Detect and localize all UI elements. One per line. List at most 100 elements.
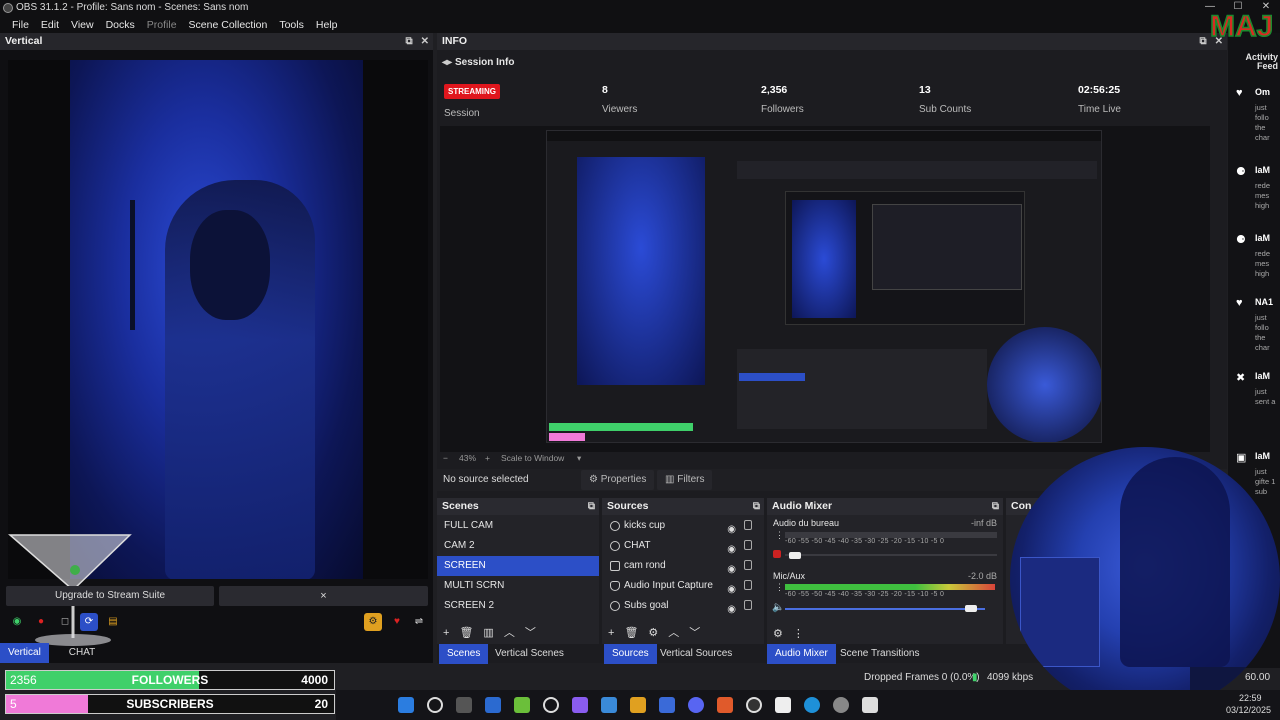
upgrade-stream-suite-button[interactable]: Upgrade to Stream Suite — [6, 586, 214, 606]
remove-scene-icon[interactable]: 🗑 — [459, 627, 473, 639]
tab-vertical-scenes[interactable]: Vertical Scenes — [487, 644, 572, 664]
folder-icon[interactable]: ▤ — [104, 613, 122, 631]
app-icon[interactable] — [659, 697, 675, 713]
audio-settings-icon[interactable]: ⚙ — [773, 628, 783, 640]
app-icon[interactable] — [543, 697, 559, 713]
close-dock-icon[interactable]: ✕ — [421, 36, 429, 47]
lock-icon[interactable] — [744, 580, 752, 590]
obs-taskbar-icon[interactable] — [746, 697, 762, 713]
menu-file[interactable]: File — [6, 19, 35, 31]
source-item[interactable]: CHAT ◉ — [602, 536, 764, 556]
dismiss-upgrade-button[interactable]: × — [219, 586, 428, 606]
tab-vertical-sources[interactable]: Vertical Sources — [652, 644, 740, 664]
menu-docks[interactable]: Docks — [100, 19, 141, 31]
muted-speaker-icon[interactable] — [773, 550, 781, 558]
app-icon[interactable] — [514, 697, 530, 713]
session-toggle-icon[interactable]: ◂▸ — [442, 54, 452, 72]
tab-scenes[interactable]: Scenes — [439, 644, 489, 664]
clock-date[interactable]: 03/12/2025 — [1226, 705, 1271, 715]
app-icon[interactable] — [485, 697, 501, 713]
settings-gear-icon[interactable]: ⚙ — [364, 613, 382, 631]
feed-item[interactable]: ♥ NA1 just follo the char — [1228, 297, 1280, 357]
move-up-icon[interactable]: ︿ — [504, 627, 515, 639]
channel-menu-icon[interactable]: ⋮ — [775, 582, 784, 593]
menu-tools[interactable]: Tools — [273, 19, 310, 31]
feed-item[interactable]: ✖ IaM just sent a — [1228, 371, 1280, 431]
edge-icon[interactable] — [804, 697, 820, 713]
scene-item-selected[interactable]: SCREEN — [437, 556, 599, 576]
task-view-icon[interactable] — [456, 697, 472, 713]
menu-edit[interactable]: Edit — [35, 19, 65, 31]
scale-to-window[interactable]: Scale to Window — [501, 452, 564, 464]
volume-slider[interactable] — [785, 554, 997, 556]
zoom-in-icon[interactable]: + — [485, 452, 490, 464]
source-properties-icon[interactable]: ⚙ — [648, 627, 658, 639]
undock-scenes-icon[interactable]: ⧉ — [588, 501, 595, 512]
heart-icon[interactable]: ♥ — [388, 613, 406, 631]
remove-source-icon[interactable]: 🗑 — [624, 627, 638, 639]
source-up-icon[interactable]: ︿ — [668, 627, 679, 639]
volume-slider-knob[interactable] — [789, 552, 801, 559]
settings-icon[interactable] — [833, 697, 849, 713]
tab-audio-mixer[interactable]: Audio Mixer — [767, 644, 836, 664]
lock-icon[interactable] — [744, 600, 752, 610]
windows-start-icon[interactable] — [398, 697, 414, 713]
menu-view[interactable]: View — [65, 19, 100, 31]
add-source-icon[interactable]: + — [608, 627, 614, 639]
move-down-icon[interactable]: ﹀ — [525, 627, 536, 639]
app-icon[interactable] — [862, 697, 878, 713]
search-icon[interactable] — [427, 697, 443, 713]
file-explorer-icon[interactable] — [630, 697, 646, 713]
record-icon[interactable]: ● — [32, 613, 50, 631]
pause-icon[interactable]: ◻ — [56, 613, 74, 631]
scene-item[interactable]: MULTI SCRN — [437, 576, 599, 596]
menu-scene-collection[interactable]: Scene Collection — [183, 19, 274, 31]
app-icon[interactable] — [775, 697, 791, 713]
source-item[interactable]: Audio Input Capture ◉ — [602, 576, 764, 596]
filters-button[interactable]: ▥ Filters — [657, 470, 713, 490]
source-item[interactable]: kicks cup ◉ — [602, 516, 764, 536]
menu-profile[interactable]: Profile — [141, 19, 183, 31]
undock-info-icon[interactable]: ⧉ — [1199, 36, 1206, 47]
app-icon[interactable] — [601, 697, 617, 713]
scale-dropdown-icon[interactable]: ▾ — [577, 452, 581, 464]
discord-icon[interactable] — [688, 697, 704, 713]
source-item[interactable]: cam rond ◉ — [602, 556, 764, 576]
scene-item[interactable]: SCREEN 2 — [437, 596, 599, 616]
app-icon[interactable] — [572, 697, 588, 713]
stream-icon[interactable]: ◉ — [8, 613, 26, 631]
menu-help[interactable]: Help — [310, 19, 344, 31]
meter-ticks: -60 -55 -50 -45 -40 -35 -30 -25 -20 -15 … — [785, 538, 945, 545]
audio-menu-icon[interactable]: ⋮ — [793, 628, 804, 640]
replay-icon[interactable]: ⟳ — [80, 613, 98, 631]
scene-item[interactable]: FULL CAM — [437, 516, 599, 536]
browser-icon[interactable] — [717, 697, 733, 713]
speaker-icon[interactable]: 🔈 — [772, 602, 784, 613]
source-down-icon[interactable]: ﹀ — [689, 627, 700, 639]
undock-icon[interactable]: ⧉ — [405, 36, 412, 47]
feed-item[interactable]: ♥ Om just follo the char — [1228, 87, 1280, 147]
tab-sources[interactable]: Sources — [604, 644, 657, 664]
tab-chat[interactable]: CHAT — [61, 643, 103, 663]
clock-time[interactable]: 22:59 — [1239, 693, 1262, 703]
source-item[interactable]: Subs goal ◉ — [602, 596, 764, 616]
visibility-eye-icon[interactable]: ◉ — [727, 600, 736, 620]
feed-item[interactable]: ⚈ IaM rede mes high — [1228, 233, 1280, 293]
lock-icon[interactable] — [744, 540, 752, 550]
share-icon[interactable]: ⇌ — [410, 613, 428, 631]
tab-vertical[interactable]: Vertical — [0, 643, 49, 663]
scene-item[interactable]: CAM 2 — [437, 536, 599, 556]
properties-button[interactable]: ⚙ Properties — [581, 470, 655, 490]
undock-sources-icon[interactable]: ⧉ — [753, 501, 760, 512]
zoom-out-icon[interactable]: − — [443, 452, 448, 464]
feed-item[interactable]: ⚈ IaM rede mes high — [1228, 165, 1280, 225]
volume-slider-knob[interactable] — [965, 605, 977, 612]
scene-filters-icon[interactable]: ▥ — [483, 627, 493, 639]
undock-audio-icon[interactable]: ⧉ — [992, 501, 999, 512]
channel-menu-icon[interactable]: ⋮ — [775, 530, 784, 541]
add-scene-icon[interactable]: + — [443, 627, 449, 639]
volume-slider[interactable] — [785, 608, 985, 610]
tab-scene-transitions[interactable]: Scene Transitions — [832, 644, 928, 664]
lock-icon[interactable] — [744, 520, 752, 530]
lock-icon[interactable] — [744, 560, 752, 570]
